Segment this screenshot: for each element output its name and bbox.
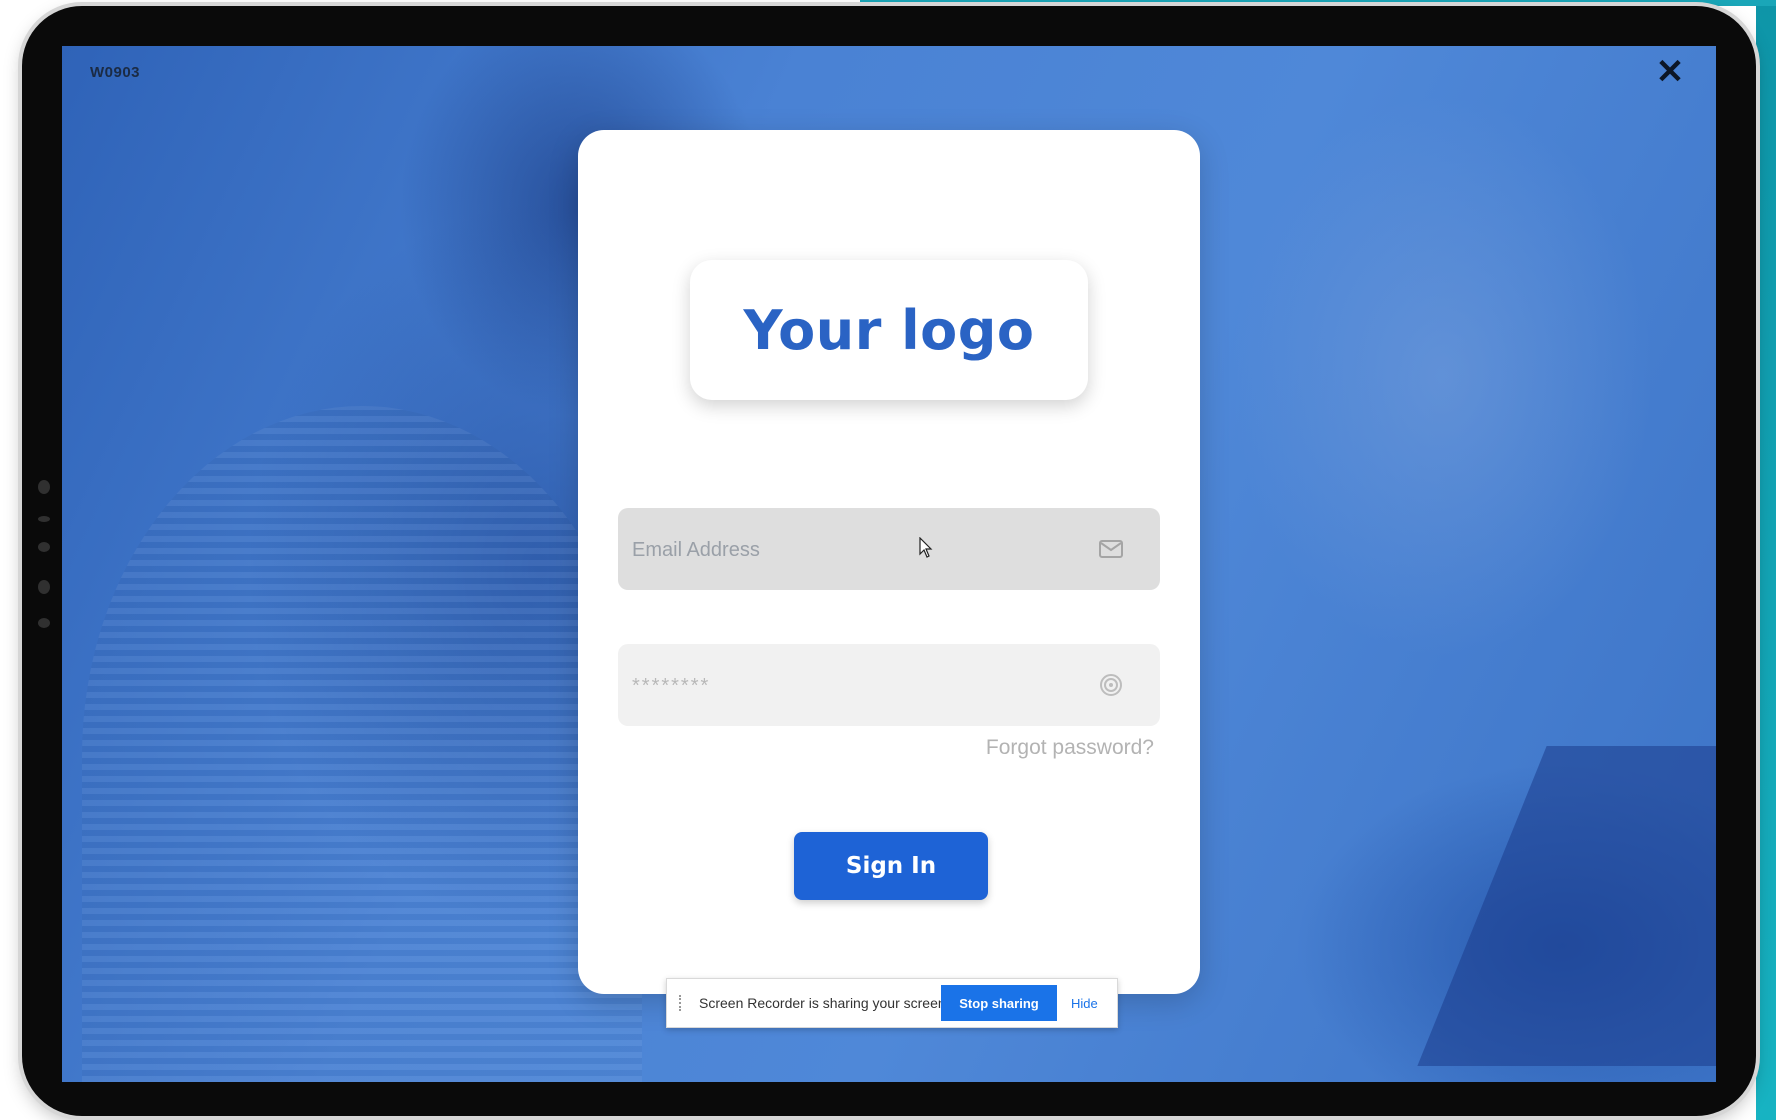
side-button	[38, 542, 50, 552]
screen: W0903 ✕ Your logo Forgot password	[62, 46, 1716, 1082]
side-button	[38, 618, 50, 628]
login-card: Your logo Forgot password? Sign In	[578, 130, 1200, 994]
side-button	[38, 480, 50, 494]
logo-text: Your logo	[743, 298, 1035, 362]
tablet-side-buttons	[34, 480, 54, 650]
stop-sharing-button[interactable]: Stop sharing	[941, 985, 1057, 1021]
side-button	[38, 580, 50, 594]
teal-edge-decoration	[1756, 0, 1776, 1120]
email-input[interactable]	[630, 508, 1074, 592]
drag-handle-icon[interactable]	[679, 995, 685, 1011]
mouse-cursor-icon	[919, 537, 933, 558]
password-input[interactable]	[630, 644, 1074, 728]
side-button	[38, 516, 50, 522]
close-icon: ✕	[1655, 53, 1685, 91]
password-field[interactable]	[618, 644, 1160, 728]
envelope-icon	[1099, 540, 1123, 558]
logo-box: Your logo	[690, 260, 1088, 400]
sign-in-button[interactable]: Sign In	[794, 832, 988, 900]
share-message: Screen Recorder is sharing your screen.	[699, 995, 941, 1011]
forgot-password-link[interactable]: Forgot password?	[986, 736, 1154, 760]
screen-share-bar: Screen Recorder is sharing your screen. …	[666, 978, 1118, 1028]
hide-link[interactable]: Hide	[1071, 996, 1098, 1011]
window-id-label: W0903	[90, 64, 141, 81]
fingerprint-icon	[1100, 674, 1122, 696]
email-field[interactable]	[618, 508, 1160, 592]
close-button[interactable]: ✕	[1652, 54, 1688, 90]
